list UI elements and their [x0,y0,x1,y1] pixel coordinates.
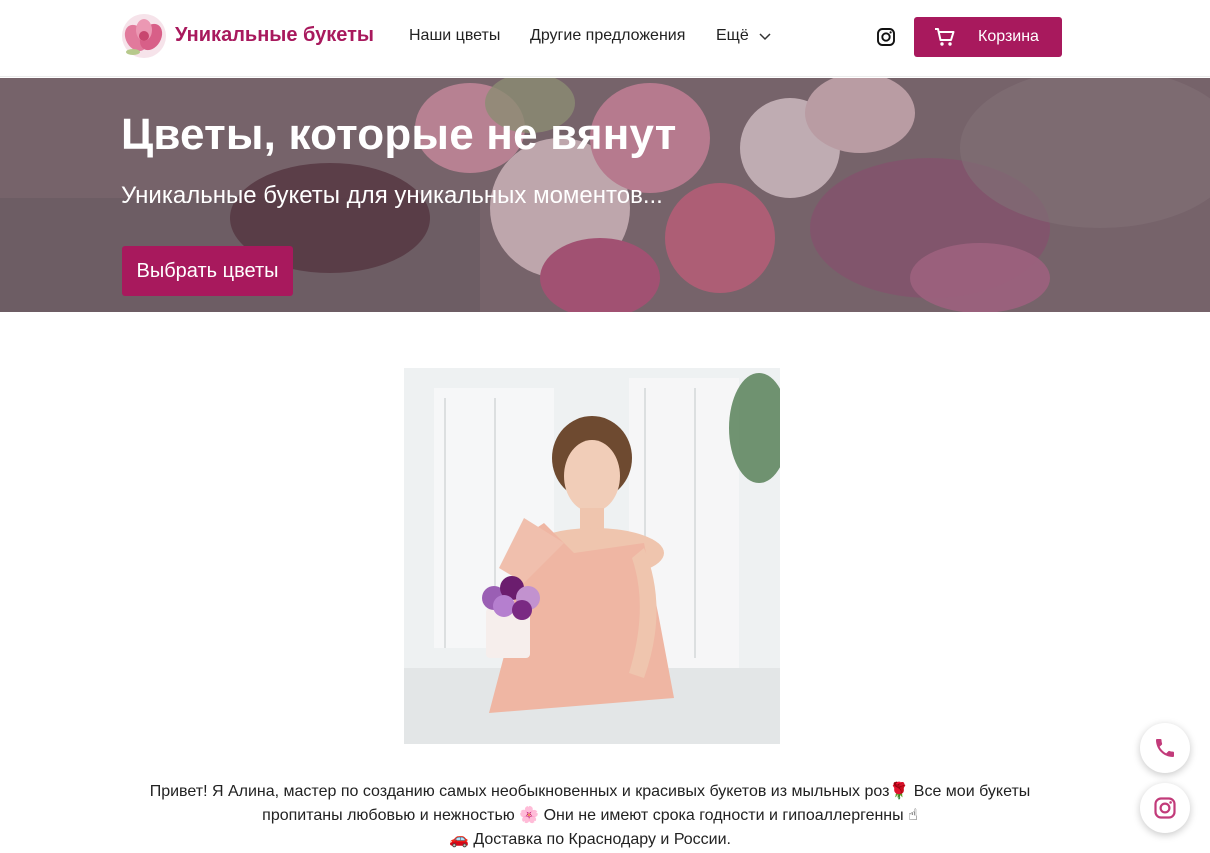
call-button[interactable] [1140,723,1190,773]
phone-icon [1156,739,1174,757]
hero-subtitle: Уникальные букеты для уникальных моменто… [121,182,663,209]
nav-more[interactable]: Ещё [716,27,749,45]
hero-title: Цветы, которые не вянут [121,110,677,159]
cart-button[interactable]: Корзина [914,17,1062,57]
choose-flowers-button[interactable]: Выбрать цветы [122,246,293,296]
intro-line-2: пропитаны любовью и нежностью 🌸 Они не и… [262,807,918,824]
cart-label: Корзина [978,28,1039,45]
instagram-icon[interactable] [876,27,896,47]
logo-flower-icon[interactable] [120,12,168,60]
florist-portrait-image [404,368,780,744]
instagram-button[interactable] [1140,783,1190,833]
brand-name[interactable]: Уникальные букеты [175,24,374,47]
site-header: Уникальные букеты Наши цветы Другие пред… [0,0,1210,77]
nav-other-offers[interactable]: Другие предложения [530,27,685,45]
cart-icon [935,28,955,46]
intro-line-1: Привет! Я Алина, мастер по созданию самы… [149,783,1031,800]
hero-banner: Цветы, которые не вянут Уникальные букет… [0,78,1210,312]
intro-text: Привет! Я Алина, мастер по созданию самы… [130,780,1050,852]
nav-our-flowers[interactable]: Наши цветы [409,27,500,45]
intro-line-3: 🚗 Доставка по Краснодару и России. [449,831,731,848]
chevron-down-icon[interactable] [758,30,772,44]
instagram-icon [1154,797,1176,819]
